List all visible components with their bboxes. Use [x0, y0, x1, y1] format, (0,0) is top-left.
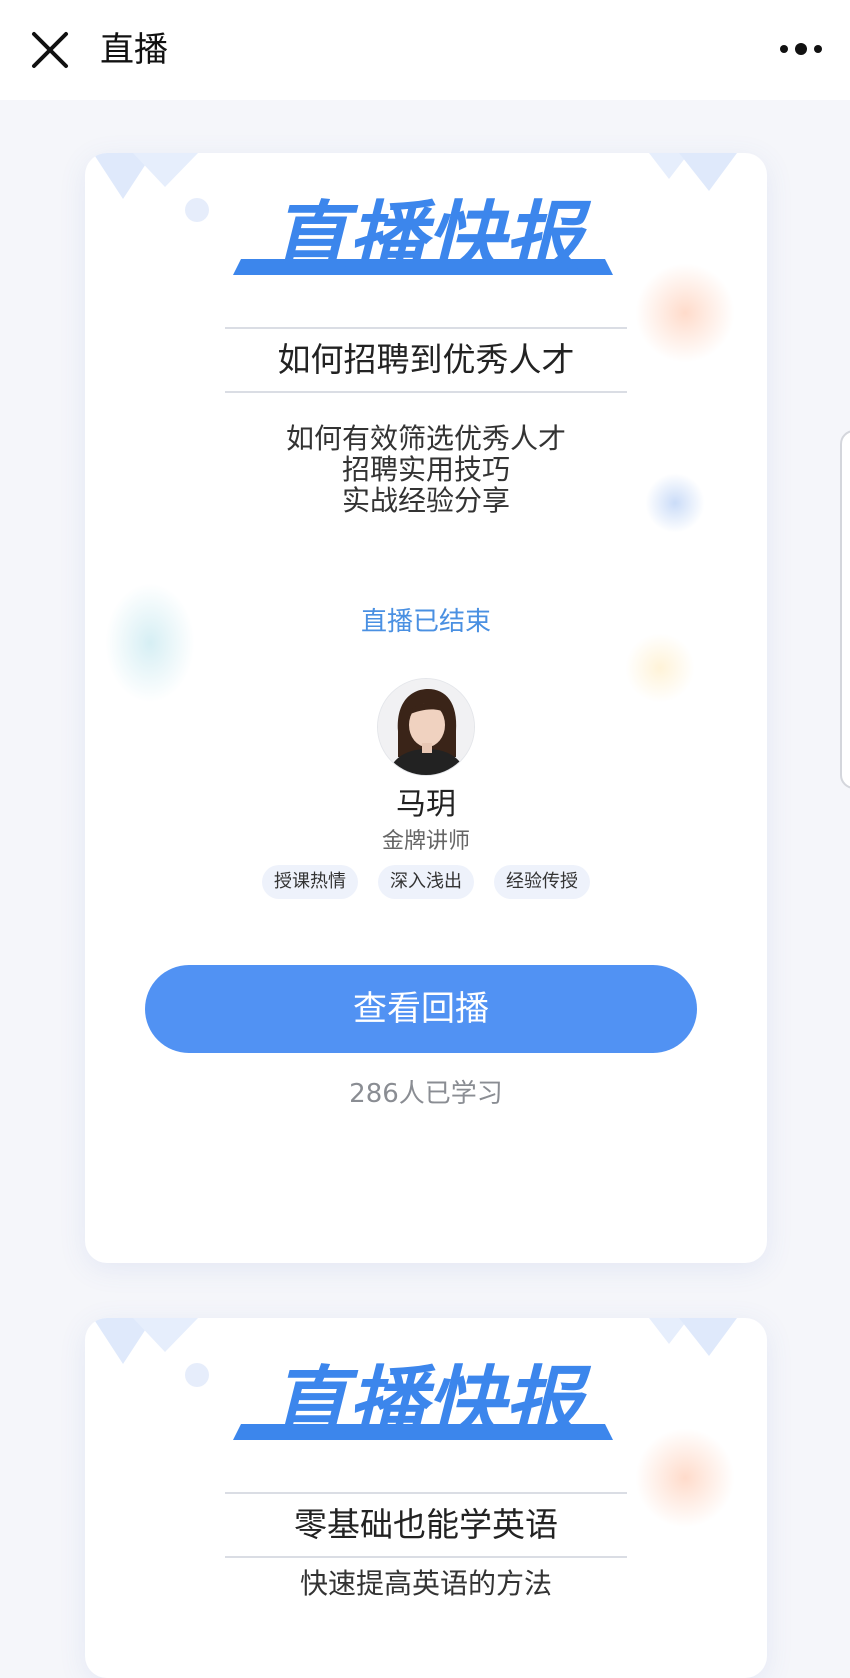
course-highlights: 快速提高英语的方法 [85, 1568, 767, 1599]
course-highlights: 如何有效筛选优秀人才 招聘实用技巧 实战经验分享 [85, 423, 767, 516]
top-bar: 直播 [0, 0, 850, 100]
highlight-line: 实战经验分享 [341, 484, 510, 517]
highlight-line: 如何有效筛选优秀人才 [285, 422, 566, 455]
course-topic: 如何招聘到优秀人才 [225, 327, 627, 393]
highlight-line: 招聘实用技巧 [341, 453, 510, 486]
side-drawer-handle[interactable] [840, 430, 850, 789]
more-icon[interactable] [778, 34, 824, 64]
live-status: 直播已结束 [360, 607, 491, 637]
teacher-title: 金牌讲师 [381, 829, 470, 854]
live-card[interactable]: 直播快报 如何招聘到优秀人才 如何有效筛选优秀人才 招聘实用技巧 实战经验分享 … [85, 153, 767, 1263]
blur-decoration [625, 633, 695, 703]
live-card[interactable]: 直播快报 零基础也能学英语 快速提高英语的方法 [85, 1318, 767, 1678]
svg-text:直播快报: 直播快报 [270, 1359, 592, 1449]
close-icon[interactable] [30, 30, 70, 70]
course-topic: 零基础也能学英语 [225, 1492, 627, 1558]
page-title: 直播 [100, 30, 168, 70]
teacher-tag: 经验传授 [494, 865, 590, 899]
teacher-avatar [377, 678, 475, 776]
learner-count: 286人已学习 [349, 1079, 503, 1109]
svg-text:直播快报: 直播快报 [270, 194, 592, 284]
teacher-tags: 授课热情 深入浅出 经验传授 [85, 865, 767, 899]
highlight-line: 快速提高英语的方法 [299, 1567, 552, 1600]
banner-headline: 直播快报 [85, 1356, 767, 1456]
teacher-tag: 授课热情 [262, 865, 358, 899]
teacher-tag: 深入浅出 [378, 865, 474, 899]
view-replay-button[interactable]: 查看回播 [145, 965, 697, 1053]
teacher-name: 马玥 [396, 787, 456, 822]
banner-headline: 直播快报 [85, 191, 767, 291]
